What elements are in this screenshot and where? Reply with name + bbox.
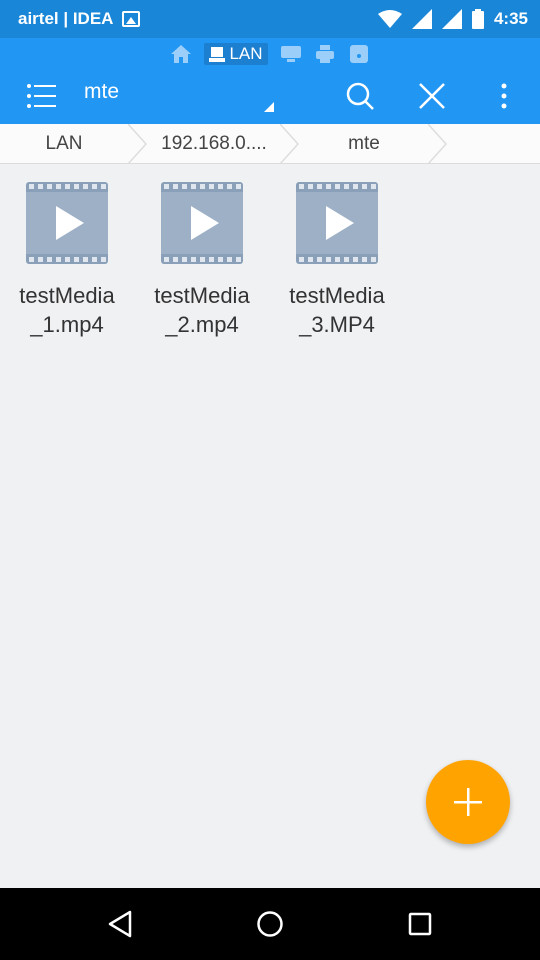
toolbar: mte xyxy=(0,68,540,124)
close-icon xyxy=(419,83,445,109)
back-triangle-icon xyxy=(108,910,132,938)
breadcrumb-separator-icon xyxy=(280,124,300,164)
recents-button[interactable] xyxy=(396,900,444,948)
breadcrumb: LAN 192.168.0.... mte xyxy=(0,124,540,164)
file-item[interactable]: testMedia _3.MP4 xyxy=(272,176,402,339)
carrier-label: airtel | IDEA xyxy=(18,9,114,28)
overflow-menu-button[interactable] xyxy=(484,76,524,116)
breadcrumb-item-mte[interactable]: mte xyxy=(298,124,430,164)
computer-icon xyxy=(209,46,226,62)
ftp-icon[interactable] xyxy=(280,43,302,65)
breadcrumb-label: 192.168.0.... xyxy=(161,133,267,154)
wifi-share-icon[interactable] xyxy=(348,43,370,65)
file-name: testMedia _3.MP4 xyxy=(289,283,385,337)
breadcrumb-separator-icon xyxy=(428,124,448,164)
recents-square-icon xyxy=(408,912,432,936)
clock: 4:35 xyxy=(493,9,528,28)
printer-icon[interactable] xyxy=(314,43,336,65)
file-item[interactable]: testMedia _2.mp4 xyxy=(137,176,267,339)
more-vert-icon xyxy=(501,83,507,109)
search-icon xyxy=(346,82,374,110)
home-button[interactable] xyxy=(246,900,294,948)
menu-list-icon xyxy=(27,84,56,108)
signal-icon xyxy=(411,9,432,29)
status-right: 4:35 xyxy=(377,0,528,38)
search-button[interactable] xyxy=(340,76,380,116)
video-file-icon xyxy=(161,182,243,264)
quick-nav: LAN xyxy=(0,42,540,66)
status-bar: airtel | IDEA 4:35 xyxy=(0,0,540,38)
plus-icon xyxy=(454,788,482,816)
signal-icon xyxy=(441,9,462,29)
home-icon[interactable] xyxy=(170,43,192,65)
video-file-icon xyxy=(296,182,378,264)
status-left: airtel | IDEA xyxy=(18,0,141,38)
image-notification-icon xyxy=(122,11,141,27)
file-name: testMedia _1.mp4 xyxy=(19,283,115,337)
close-button[interactable] xyxy=(412,76,452,116)
menu-button[interactable] xyxy=(26,82,56,110)
breadcrumb-label: LAN xyxy=(45,133,83,154)
toolbar-title[interactable]: mte xyxy=(84,80,119,104)
breadcrumb-label: mte xyxy=(348,133,380,154)
wifi-icon xyxy=(377,10,402,28)
dropdown-indicator-icon[interactable] xyxy=(264,102,274,112)
battery-icon xyxy=(471,9,484,29)
breadcrumb-separator-icon xyxy=(128,124,148,164)
system-nav-bar xyxy=(0,888,540,960)
file-item[interactable]: testMedia _1.mp4 xyxy=(2,176,132,339)
breadcrumb-item-lan[interactable]: LAN xyxy=(0,124,128,164)
file-name: testMedia _2.mp4 xyxy=(154,283,250,337)
back-button[interactable] xyxy=(96,900,144,948)
app-bar: LAN mte xyxy=(0,38,540,124)
breadcrumb-item-ip[interactable]: 192.168.0.... xyxy=(146,124,282,164)
lan-quick-tab[interactable]: LAN xyxy=(204,43,268,65)
home-circle-icon xyxy=(257,911,283,937)
add-fab-button[interactable] xyxy=(426,760,510,844)
lan-quick-label: LAN xyxy=(229,44,263,63)
video-file-icon xyxy=(26,182,108,264)
